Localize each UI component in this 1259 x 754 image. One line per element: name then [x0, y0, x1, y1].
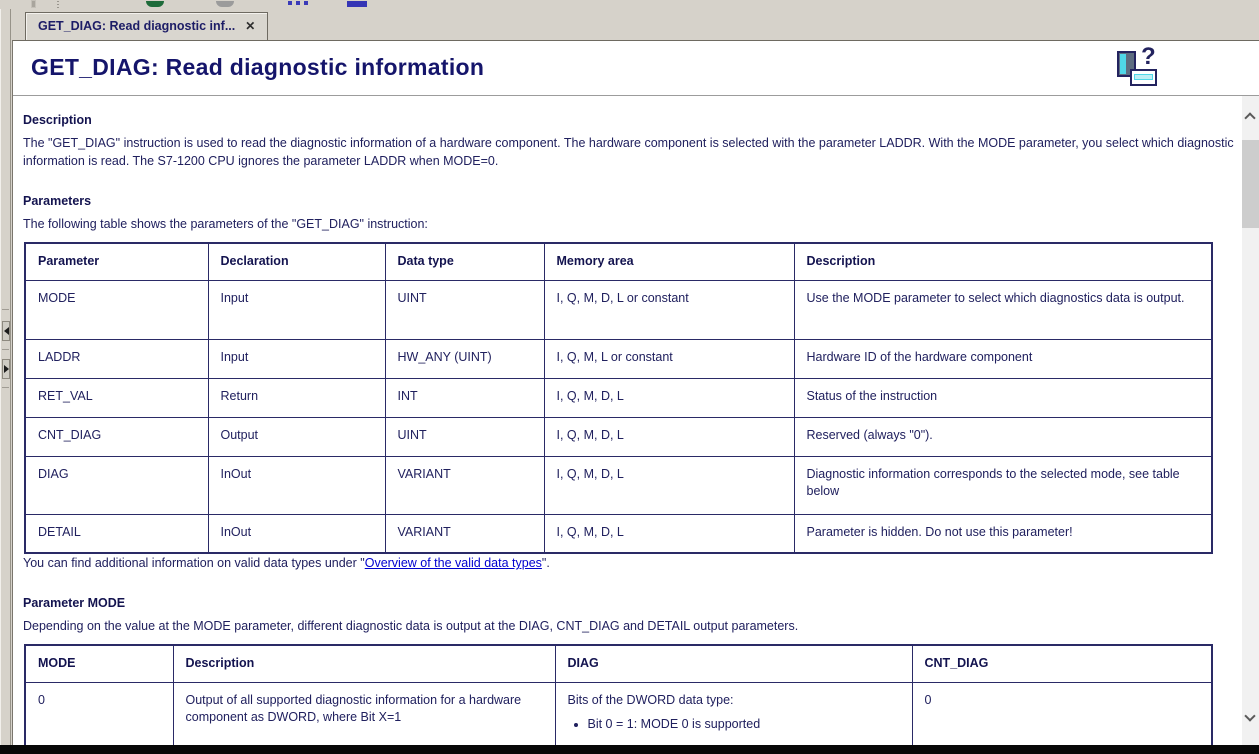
scrollbar-thumb[interactable] — [1242, 140, 1259, 228]
column-header: Description — [172, 644, 556, 683]
table-row: LADDR Input HW_ANY (UINT) I, Q, M, L or … — [24, 338, 1213, 379]
table-row: DETAIL InOut VARIANT I, Q, M, D, L Param… — [24, 513, 1213, 554]
toolbar-separator — [57, 1, 59, 8]
left-splitter-strip[interactable] — [0, 9, 11, 745]
description-text: The "GET_DIAG" instruction is used to re… — [23, 136, 1234, 168]
cell-memoryarea: I, Q, M, D, L — [543, 377, 795, 418]
toolbar-gray-icon — [216, 1, 234, 7]
cell-description: Output of all supported diagnostic infor… — [172, 681, 556, 746]
toolbar-strip — [0, 0, 1259, 9]
description-heading: Description — [23, 113, 92, 127]
column-header: CNT_DIAG — [911, 644, 1213, 683]
cell-description: Status of the instruction — [793, 377, 1213, 418]
table-header-row: MODE Description DIAG CNT_DIAG — [24, 644, 1213, 683]
splitter-notch — [2, 387, 9, 388]
table-row: MODE Input UINT I, Q, M, D, L or constan… — [24, 279, 1213, 340]
cell-declaration: InOut — [207, 513, 386, 554]
table-header-row: Parameter Declaration Data type Memory a… — [24, 242, 1213, 281]
cell-datatype: UINT — [384, 279, 545, 340]
triangle-left-icon — [3, 327, 9, 335]
cell-parameter: RET_VAL — [24, 377, 209, 418]
cell-memoryarea: I, Q, M, L or constant — [543, 338, 795, 379]
diag-intro: Bits of the DWORD data type: — [567, 692, 734, 707]
parameters-heading: Parameters — [23, 194, 92, 208]
note-suffix: ". — [541, 556, 550, 570]
triangle-right-icon — [3, 365, 9, 373]
cell-datatype: UINT — [384, 416, 545, 457]
table-row: RET_VAL Return INT I, Q, M, D, L Status … — [24, 377, 1213, 418]
cell-parameter: DIAG — [24, 455, 209, 515]
table-row: 0 Output of all supported diagnostic inf… — [24, 681, 1213, 746]
column-header: DIAG — [554, 644, 913, 683]
table-row: DIAG InOut VARIANT I, Q, M, D, L Diagnos… — [24, 455, 1213, 515]
column-header: Data type — [384, 242, 545, 281]
cell-cntdiag: 0 — [911, 681, 1213, 746]
chevron-up-icon — [1244, 112, 1256, 124]
help-content: Description The "GET_DIAG" instruction i… — [13, 97, 1243, 746]
scroll-down-button[interactable] — [1242, 708, 1259, 732]
tab-title: GET_DIAG: Read diagnostic inf... — [38, 18, 236, 33]
cell-declaration: InOut — [207, 455, 386, 515]
column-header: MODE — [24, 644, 174, 683]
cell-parameter: LADDR — [24, 338, 209, 379]
note-prefix: You can find additional information on v… — [23, 556, 365, 570]
help-panel: GET_DIAG: Read diagnostic information ? … — [12, 40, 1259, 746]
toolbar-green-icon — [146, 1, 164, 7]
toolbar-blue-icon — [347, 1, 367, 7]
mode-table: MODE Description DIAG CNT_DIAG 0 Output … — [24, 644, 1213, 746]
cell-declaration: Input — [207, 279, 386, 340]
column-header: Memory area — [543, 242, 795, 281]
cell-datatype: VARIANT — [384, 455, 545, 515]
cell-diag: Bits of the DWORD data type: Bit 0 = 1: … — [554, 681, 913, 746]
title-bar: GET_DIAG: Read diagnostic information ? — [13, 41, 1259, 96]
scroll-up-button[interactable] — [1242, 106, 1259, 130]
cell-parameter: CNT_DIAG — [24, 416, 209, 457]
parameter-mode-heading: Parameter MODE — [23, 596, 126, 610]
document-tab[interactable]: GET_DIAG: Read diagnostic inf... ✕ — [25, 12, 268, 40]
cell-memoryarea: I, Q, M, D, L — [543, 416, 795, 457]
vertical-scrollbar[interactable] — [1242, 96, 1259, 745]
column-header: Description — [793, 242, 1213, 281]
cell-description: Diagnostic information corresponds to th… — [793, 455, 1213, 515]
toolbar-dots-icon — [288, 1, 292, 5]
expand-right-button[interactable] — [2, 359, 10, 379]
parameters-intro: The following table shows the parameters… — [23, 217, 428, 231]
datatypes-note: You can find additional information on v… — [23, 554, 1243, 572]
cell-datatype: INT — [384, 377, 545, 418]
cell-description: Reserved (always "0"). — [793, 416, 1213, 457]
cell-declaration: Return — [207, 377, 386, 418]
page-title: GET_DIAG: Read diagnostic information — [31, 54, 485, 80]
chevron-down-icon — [1244, 710, 1256, 722]
cell-description: Parameter is hidden. Do not use this par… — [793, 513, 1213, 554]
cell-parameter: MODE — [24, 279, 209, 340]
bottom-taskbar-edge — [0, 745, 1259, 754]
cell-declaration: Output — [207, 416, 386, 457]
cell-datatype: HW_ANY (UINT) — [384, 338, 545, 379]
question-mark-icon: ? — [1141, 43, 1156, 70]
parameters-table: Parameter Declaration Data type Memory a… — [24, 242, 1213, 554]
valid-datatypes-link[interactable]: Overview of the valid data types — [365, 556, 542, 570]
table-row: CNT_DIAG Output UINT I, Q, M, D, L Reser… — [24, 416, 1213, 457]
cell-datatype: VARIANT — [384, 513, 545, 554]
cell-description: Use the MODE parameter to select which d… — [793, 279, 1213, 340]
cell-memoryarea: I, Q, M, D, L or constant — [543, 279, 795, 340]
parameter-mode-intro: Depending on the value at the MODE param… — [23, 619, 799, 633]
cell-declaration: Input — [207, 338, 386, 379]
cell-memoryarea: I, Q, M, D, L — [543, 513, 795, 554]
cell-mode: 0 — [24, 681, 174, 746]
column-header: Parameter — [24, 242, 209, 281]
tab-close-icon[interactable]: ✕ — [245, 19, 255, 32]
column-header: Declaration — [207, 242, 386, 281]
cell-memoryarea: I, Q, M, D, L — [543, 455, 795, 515]
splitter-notch — [2, 349, 9, 350]
help-panel-icon[interactable]: ? — [1117, 43, 1163, 87]
splitter-notch — [2, 309, 9, 310]
collapse-left-button[interactable] — [2, 321, 10, 341]
diag-bullet-list: Bit 0 = 1: MODE 0 is supported — [568, 716, 904, 733]
panel-rect2-icon — [1130, 69, 1157, 86]
cell-parameter: DETAIL — [24, 513, 209, 554]
cell-description: Hardware ID of the hardware component — [793, 338, 1213, 379]
diag-bullet: Bit 0 = 1: MODE 0 is supported — [588, 716, 904, 733]
toolbar-grip-icon — [32, 1, 35, 7]
